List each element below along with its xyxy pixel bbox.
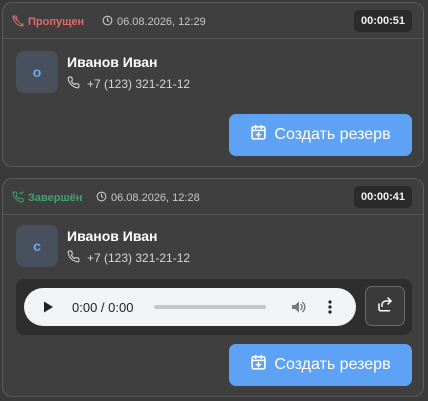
clock-icon [102, 15, 113, 29]
create-reservation-label: Создать резерв [274, 126, 391, 143]
call-card: Пропущен 06.08.2026, 12:29 00:00:51 о Ив… [2, 2, 424, 167]
call-date-label: 06.08.2026, 12:28 [111, 192, 200, 204]
create-reservation-button[interactable]: Создать резерв [229, 114, 412, 156]
call-date: 06.08.2026, 12:28 [96, 191, 200, 205]
calendar-plus-icon [250, 354, 267, 376]
call-date-label: 06.08.2026, 12:29 [117, 16, 206, 28]
contact-phone: +7 (123) 321-21-12 [67, 76, 190, 92]
audio-progress-slider[interactable] [154, 305, 266, 309]
call-status-label: Завершён [28, 192, 83, 204]
missed-call-icon [12, 14, 24, 30]
calendar-plus-icon [250, 124, 267, 146]
call-card-header: Завершён 06.08.2026, 12:28 00:00:41 [3, 179, 423, 215]
contact-phone: +7 (123) 321-21-12 [67, 250, 190, 266]
call-date: 06.08.2026, 12:29 [102, 15, 206, 29]
contact-phone-number: +7 (123) 321-21-12 [87, 251, 191, 265]
audio-time: 0:00 / 0:00 [72, 300, 134, 315]
contact-name: Иванов Иван [67, 228, 158, 244]
call-card-header: Пропущен 06.08.2026, 12:29 00:00:51 [3, 3, 423, 39]
audio-player: 0:00 / 0:00 [24, 288, 356, 326]
play-icon[interactable] [40, 299, 56, 315]
contact-name: Иванов Иван [67, 54, 158, 70]
call-card: Завершён 06.08.2026, 12:28 00:00:41 с Ив… [2, 178, 424, 397]
phone-icon [67, 76, 80, 92]
avatar: с [16, 225, 58, 267]
call-duration: 00:00:51 [354, 10, 412, 32]
volume-icon[interactable] [290, 299, 306, 315]
completed-call-icon [12, 190, 24, 206]
clock-icon [96, 191, 107, 205]
phone-icon [67, 250, 80, 266]
create-reservation-label: Создать резерв [274, 356, 391, 373]
contact-phone-number: +7 (123) 321-21-12 [87, 77, 191, 91]
call-duration: 00:00:41 [354, 186, 412, 208]
call-status: Завершён [12, 190, 83, 206]
call-status-label: Пропущен [28, 16, 85, 28]
call-recording: 0:00 / 0:00 [16, 279, 412, 335]
avatar: о [16, 51, 58, 93]
create-reservation-button[interactable]: Создать резерв [229, 344, 412, 386]
more-options-icon[interactable] [324, 299, 336, 315]
share-icon [376, 295, 394, 318]
call-status: Пропущен [12, 14, 85, 30]
share-button[interactable] [365, 286, 405, 326]
